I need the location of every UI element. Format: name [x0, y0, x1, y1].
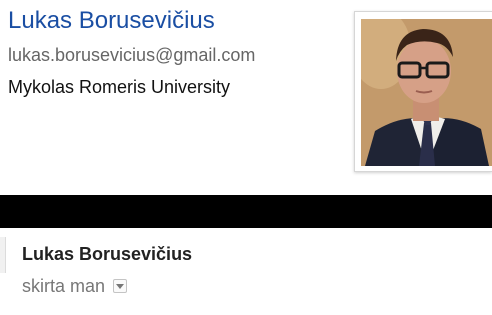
email-view: Lukas Borusevičius lukas.borusevicius@gm… [0, 0, 492, 315]
show-details-button[interactable] [113, 279, 128, 293]
profile-photo-frame [354, 11, 492, 172]
profile-photo-image [361, 19, 492, 166]
recipient-text: skirta man [22, 276, 106, 296]
divider-band [0, 195, 492, 228]
profile-photo[interactable] [361, 19, 492, 166]
profile-email: lukas.borusevicius@gmail.com [8, 45, 256, 65]
profile-name-link[interactable]: Lukas Borusevičius [8, 6, 215, 36]
collapse-tab[interactable] [0, 237, 6, 273]
profile-organization: Mykolas Romeris University [8, 77, 231, 97]
chevron-down-icon [116, 284, 125, 289]
recipient-line: skirta man [22, 275, 128, 297]
sender-name[interactable]: Lukas Borusevičius [22, 243, 192, 265]
